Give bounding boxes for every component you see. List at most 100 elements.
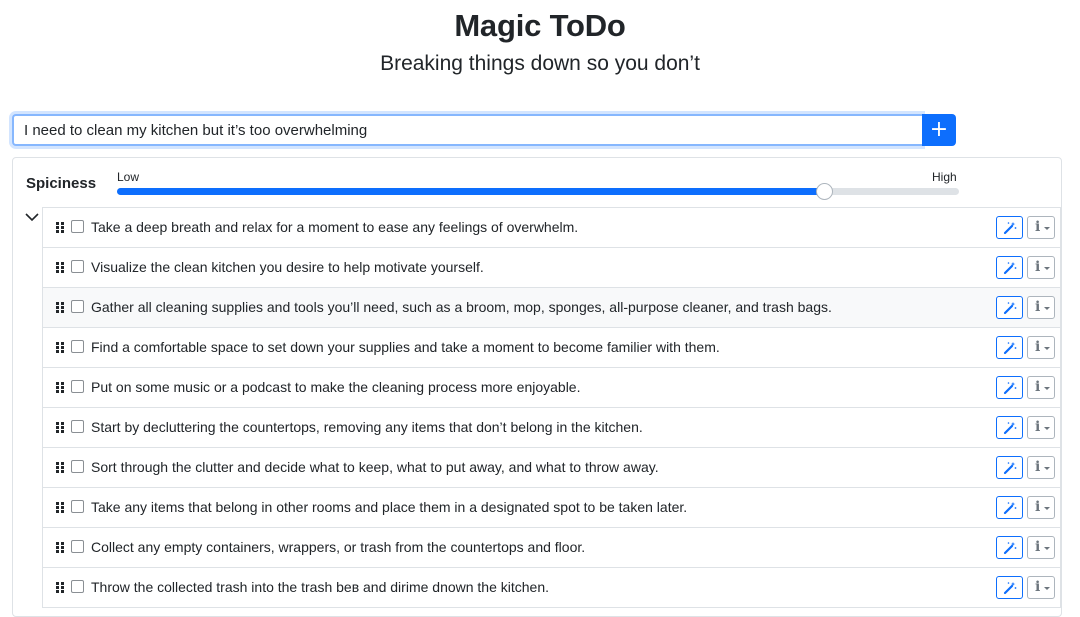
caret-down-icon — [1044, 467, 1050, 470]
task-options-dropdown[interactable]: i — [1027, 216, 1055, 239]
info-icon: i — [1035, 219, 1041, 235]
caret-down-icon — [1044, 507, 1050, 510]
info-icon: i — [1035, 579, 1041, 595]
task-text: Gather all cleaning supplies and tools y… — [91, 299, 832, 315]
magic-wand-icon — [1003, 502, 1017, 515]
task-options-dropdown[interactable]: i — [1027, 416, 1055, 439]
task-text: Find a comfortable space to set down you… — [91, 339, 720, 355]
drag-handle-icon[interactable] — [56, 462, 64, 473]
caret-down-icon — [1044, 387, 1050, 390]
spiciness-high-label: High — [932, 170, 957, 184]
task-row: Take a deep breath and relax for a momen… — [42, 208, 1061, 248]
info-icon: i — [1035, 419, 1041, 435]
caret-down-icon — [1044, 347, 1050, 350]
caret-down-icon — [1044, 547, 1050, 550]
magic-breakdown-button[interactable] — [996, 376, 1023, 399]
task-row: Collect any empty containers, wrappers, … — [42, 528, 1061, 568]
task-text: Visualize the clean kitchen you desire t… — [91, 259, 484, 275]
drag-handle-icon[interactable] — [56, 542, 64, 553]
task-input[interactable] — [12, 114, 922, 146]
drag-handle-icon[interactable] — [56, 222, 64, 233]
task-checkbox[interactable] — [71, 500, 84, 513]
task-checkbox[interactable] — [71, 540, 84, 553]
magic-wand-icon — [1003, 302, 1017, 315]
task-list: Take a deep breath and relax for a momen… — [42, 207, 1061, 608]
magic-breakdown-button[interactable] — [996, 296, 1023, 319]
magic-wand-icon — [1003, 542, 1017, 555]
page-subtitle: Breaking things down so you don’t — [380, 52, 700, 75]
task-checkbox[interactable] — [71, 260, 84, 273]
task-row: Throw the collected trash into the trash… — [42, 568, 1061, 608]
info-icon: i — [1035, 339, 1041, 355]
task-options-dropdown[interactable]: i — [1027, 496, 1055, 519]
spiciness-label: Spiciness — [26, 175, 97, 192]
magic-breakdown-button[interactable] — [996, 456, 1023, 479]
info-icon: i — [1035, 539, 1041, 555]
task-text: Take any items that belong in other room… — [91, 499, 688, 515]
magic-wand-icon — [1003, 382, 1017, 395]
magic-wand-icon — [1003, 262, 1017, 275]
drag-handle-icon[interactable] — [56, 262, 64, 273]
spiciness-slider-thumb[interactable] — [816, 183, 834, 200]
task-input-group: + — [12, 114, 956, 146]
task-text: Take a deep breath and relax for a momen… — [91, 219, 579, 235]
magic-wand-icon — [1003, 342, 1017, 355]
magic-breakdown-button[interactable] — [996, 256, 1023, 279]
magic-breakdown-button[interactable] — [996, 536, 1023, 559]
drag-handle-icon[interactable] — [56, 582, 64, 593]
task-row: Visualize the clean kitchen you desire t… — [42, 248, 1061, 288]
magic-breakdown-button[interactable] — [996, 336, 1023, 359]
info-icon: i — [1035, 459, 1041, 475]
task-text: Start by decluttering the countertops, r… — [91, 419, 643, 435]
magic-wand-icon — [1003, 422, 1017, 435]
task-options-dropdown[interactable]: i — [1027, 256, 1055, 279]
task-row: Sort through the clutter and decide what… — [42, 448, 1061, 488]
spiciness-slider[interactable] — [117, 183, 959, 200]
drag-handle-icon[interactable] — [56, 502, 64, 513]
caret-down-icon — [1044, 427, 1050, 430]
drag-handle-icon[interactable] — [56, 302, 64, 313]
magic-wand-icon — [1003, 582, 1017, 595]
task-checkbox[interactable] — [71, 380, 84, 393]
task-checkbox[interactable] — [71, 460, 84, 473]
task-row: Start by decluttering the countertops, r… — [42, 408, 1061, 448]
task-checkbox[interactable] — [71, 300, 84, 313]
task-options-dropdown[interactable]: i — [1027, 456, 1055, 479]
caret-down-icon — [1044, 227, 1050, 230]
task-options-dropdown[interactable]: i — [1027, 576, 1055, 599]
drag-handle-icon[interactable] — [56, 382, 64, 393]
magic-breakdown-button[interactable] — [996, 576, 1023, 599]
drag-handle-icon[interactable] — [56, 342, 64, 353]
task-panel: Spiciness Low High Take a deep breath an… — [12, 157, 1062, 617]
caret-down-icon — [1044, 267, 1050, 270]
info-icon: i — [1035, 379, 1041, 395]
magic-breakdown-button[interactable] — [996, 416, 1023, 439]
task-text: Throw the collected trash into the trash… — [91, 579, 550, 595]
info-icon: i — [1035, 259, 1041, 275]
magic-breakdown-button[interactable] — [996, 496, 1023, 519]
task-text: Sort through the clutter and decide what… — [91, 459, 659, 475]
magic-wand-icon — [1003, 462, 1017, 475]
magic-wand-icon — [1003, 222, 1017, 235]
task-options-dropdown[interactable]: i — [1027, 536, 1055, 559]
task-options-dropdown[interactable]: i — [1027, 336, 1055, 359]
task-text: Put on some music or a podcast to make t… — [91, 379, 581, 395]
info-icon: i — [1035, 299, 1041, 315]
chevron-down-icon[interactable] — [25, 212, 39, 222]
task-options-dropdown[interactable]: i — [1027, 376, 1055, 399]
task-options-dropdown[interactable]: i — [1027, 296, 1055, 319]
caret-down-icon — [1044, 307, 1050, 310]
info-icon: i — [1035, 499, 1041, 515]
task-checkbox[interactable] — [71, 220, 84, 233]
task-checkbox[interactable] — [71, 340, 84, 353]
spiciness-slider-fill — [117, 188, 825, 195]
task-text: Collect any empty containers, wrappers, … — [91, 539, 586, 555]
magic-breakdown-button[interactable] — [996, 216, 1023, 239]
task-row: Find a comfortable space to set down you… — [42, 328, 1061, 368]
task-checkbox[interactable] — [71, 580, 84, 593]
task-row: Take any items that belong in other room… — [42, 488, 1061, 528]
task-checkbox[interactable] — [71, 420, 84, 433]
add-task-button[interactable]: + — [922, 114, 956, 146]
caret-down-icon — [1044, 587, 1050, 590]
drag-handle-icon[interactable] — [56, 422, 64, 433]
